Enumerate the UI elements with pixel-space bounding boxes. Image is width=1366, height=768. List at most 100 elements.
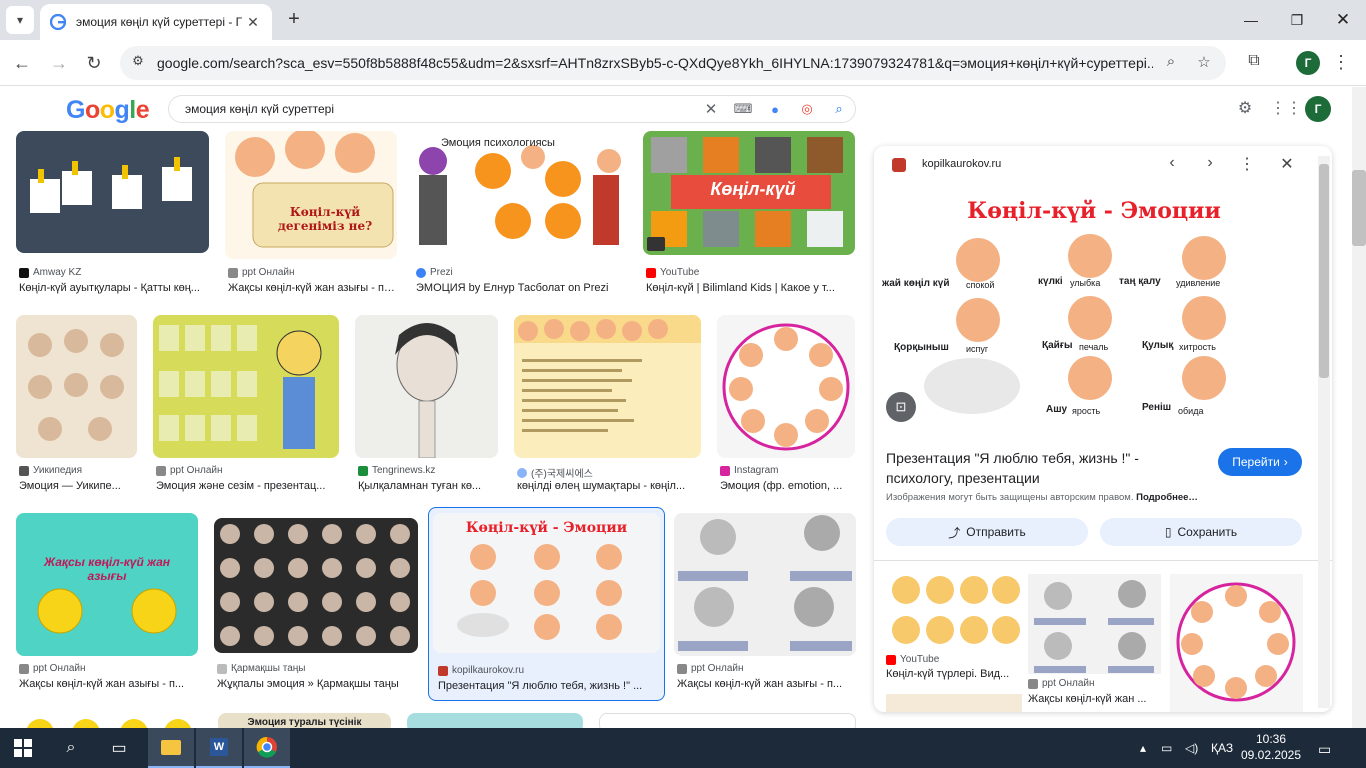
share-button[interactable]: ⤴ Отправить: [886, 518, 1088, 546]
result-title[interactable]: Көңіл-күй ауытқулары - Қатты көң...: [19, 282, 209, 294]
show-hidden-icons[interactable]: ▴: [1140, 741, 1146, 755]
result-title[interactable]: Эмоция (фр. emotion, ...: [720, 480, 854, 492]
page-scroll-thumb[interactable]: [1352, 170, 1366, 246]
minimize-button[interactable]: —: [1228, 0, 1274, 40]
clock[interactable]: 10:36 09.02.2025: [1236, 731, 1306, 763]
result-title[interactable]: Эмоция — Уикипе...: [19, 480, 137, 492]
chrome-icon[interactable]: [244, 728, 290, 768]
preview-image[interactable]: Көңіл-күй - Эмоции жай көңіл күй спокой …: [874, 190, 1314, 420]
result-card[interactable]: ppt Онлайн Эмоция және сезім - презентац…: [153, 315, 339, 495]
result-thumbnail[interactable]: [407, 713, 583, 728]
result-title[interactable]: Көңіл-күй | Bilimland Kids | Какое у т..…: [646, 282, 854, 294]
word-icon[interactable]: W: [196, 728, 242, 768]
result-thumbnail[interactable]: [16, 713, 198, 728]
visit-button[interactable]: Перейти ›: [1218, 448, 1302, 476]
result-thumbnail[interactable]: [674, 513, 856, 656]
close-window-button[interactable]: ✕: [1320, 0, 1366, 40]
browser-tab[interactable]: эмоция көңіл күй суреттері - Г ✕: [40, 4, 272, 40]
result-card[interactable]: Amway KZ Көңіл-күй ауытқулары - Қатты кө…: [16, 131, 209, 301]
result-card[interactable]: Қармақшы таңы Жұқпалы эмоция » Қармақшы …: [214, 518, 418, 693]
lens-icon[interactable]: ◎: [791, 101, 823, 117]
volume-icon[interactable]: ◁): [1185, 741, 1198, 755]
back-button[interactable]: ←: [9, 50, 35, 76]
forward-button[interactable]: →: [46, 50, 72, 76]
result-thumbnail[interactable]: [16, 131, 209, 253]
search-box[interactable]: эмоция көңіл күй суреттері ✕ ⌨ ● ◎ ⌕: [168, 95, 856, 123]
result-card[interactable]: Tengrinews.kz Қылқаламнан туған кө...: [355, 315, 498, 495]
result-title[interactable]: көңілді өлең шумақтары - көңіл...: [517, 480, 700, 492]
result-thumbnail[interactable]: [214, 518, 418, 653]
result-card[interactable]: Instagram Эмоция (фр. emotion, ...: [717, 315, 855, 495]
address-bar[interactable]: ⚙ google.com/search?sca_esv=550f8b5888f4…: [120, 46, 1226, 80]
search-icon[interactable]: ⌕: [823, 101, 855, 117]
result-thumbnail[interactable]: [717, 315, 855, 458]
search-icon[interactable]: ⌕: [48, 728, 94, 768]
result-card[interactable]: Эмоция психологиясы Prezi ЭМОЦИЯ by Елну…: [413, 131, 626, 301]
result-card[interactable]: [16, 713, 198, 728]
result-card[interactable]: Эмоция туралы түсінік: [218, 713, 391, 728]
tab-close-icon[interactable]: ✕: [244, 14, 262, 31]
restore-button[interactable]: ❐: [1274, 0, 1320, 40]
settings-gear-icon[interactable]: ⚙: [1234, 98, 1256, 120]
bookmark-star-icon[interactable]: ☆: [1194, 53, 1214, 73]
result-title[interactable]: Жақсы көңіл-күй жан азығы - п...: [677, 678, 855, 690]
result-thumbnail[interactable]: [355, 315, 498, 458]
related-thumbnail[interactable]: [886, 574, 1022, 650]
site-info-icon[interactable]: ⚙: [128, 53, 148, 73]
reload-button[interactable]: ↻: [81, 50, 107, 76]
result-title[interactable]: Жақсы көңіл-күй жан азығы - презе...: [228, 282, 396, 294]
more-options-icon[interactable]: ⋮: [1236, 154, 1258, 176]
result-thumbnail[interactable]: [153, 315, 339, 458]
language-indicator[interactable]: ҚАЗ: [1211, 741, 1233, 755]
result-card[interactable]: Көңіл-күй YouTube Көңіл-күй | Bilimland …: [643, 131, 855, 301]
keyboard-icon[interactable]: ⌨: [727, 101, 759, 117]
google-account-avatar[interactable]: Г: [1305, 96, 1331, 122]
result-thumbnail[interactable]: [16, 315, 137, 458]
result-title[interactable]: Презентация "Я люблю тебя, жизнь !" ...: [438, 680, 660, 692]
result-title[interactable]: Жақсы көңіл-күй жан азығы - п...: [19, 678, 197, 690]
start-button[interactable]: [0, 728, 46, 768]
task-view-icon[interactable]: ▭: [96, 728, 142, 768]
result-thumbnail[interactable]: [225, 131, 397, 259]
clear-icon[interactable]: ✕: [695, 100, 727, 118]
new-tab-button[interactable]: +: [282, 8, 306, 32]
result-card[interactable]: ppt Онлайн Жақсы көңіл-күй жан азығы - п…: [674, 513, 856, 693]
previous-icon[interactable]: ‹: [1161, 154, 1183, 176]
more-link[interactable]: Подробнее…: [1136, 492, 1198, 503]
more-menu-icon[interactable]: ⋮: [1330, 52, 1352, 74]
battery-icon[interactable]: ▭: [1161, 741, 1172, 755]
google-logo[interactable]: Google: [66, 96, 150, 125]
result-card-selected[interactable]: Көңіл-күй - Эмоции kopilkaurokov.ru През…: [428, 507, 665, 701]
result-title[interactable]: Эмоция және сезім - презентац...: [156, 480, 338, 492]
zoom-icon[interactable]: ⌕: [1161, 53, 1181, 73]
result-card[interactable]: Уикипедия Эмоция — Уикипе...: [16, 315, 137, 495]
related-thumbnail[interactable]: [1028, 574, 1161, 674]
result-card[interactable]: [407, 713, 583, 728]
result-title[interactable]: ЭМОЦИЯ by Елнур Тасболат on Prezi: [416, 282, 626, 294]
related-title[interactable]: Жақсы көңіл-күй жан ...: [1028, 693, 1158, 705]
result-thumbnail[interactable]: [514, 315, 701, 458]
tab-search-button[interactable]: ▾: [6, 6, 34, 34]
result-card[interactable]: Жақсы көңіл-күй жан азығы ppt Онлайн Жақ…: [16, 513, 198, 693]
extensions-icon[interactable]: ⧉: [1243, 52, 1265, 74]
result-thumbnail[interactable]: [599, 713, 856, 728]
result-card[interactable]: [599, 713, 856, 728]
result-card[interactable]: (주)국제씨에스 көңілді өлең шумақтары - көңіл.…: [514, 315, 701, 495]
browser-profile-avatar[interactable]: Г: [1296, 51, 1320, 75]
panel-scroll-thumb[interactable]: [1319, 164, 1329, 378]
result-thumbnail[interactable]: [16, 513, 198, 656]
apps-grid-icon[interactable]: ⋮⋮: [1270, 98, 1302, 120]
related-title[interactable]: Көңіл-күй түрлері. Вид...: [886, 668, 1018, 680]
search-input[interactable]: эмоция көңіл күй суреттері: [185, 102, 695, 116]
result-card[interactable]: Көңіл-күй дегеніміз не? ppt Онлайн Жақсы…: [225, 131, 397, 301]
related-thumbnail[interactable]: [1170, 574, 1303, 712]
panel-site-name[interactable]: kopilkaurokov.ru: [922, 158, 1001, 170]
result-title[interactable]: Қылқаламнан туған кө...: [358, 480, 498, 492]
notification-icon[interactable]: ▭: [1318, 741, 1331, 758]
lens-search-icon[interactable]: ⊡: [886, 392, 916, 422]
panel-title[interactable]: Презентация "Я люблю тебя, жизнь !" - пс…: [886, 448, 1204, 488]
next-icon[interactable]: ›: [1199, 154, 1221, 176]
close-panel-icon[interactable]: ✕: [1276, 154, 1298, 176]
save-button[interactable]: ▯ Сохранить: [1100, 518, 1302, 546]
file-explorer-icon[interactable]: [148, 728, 194, 768]
